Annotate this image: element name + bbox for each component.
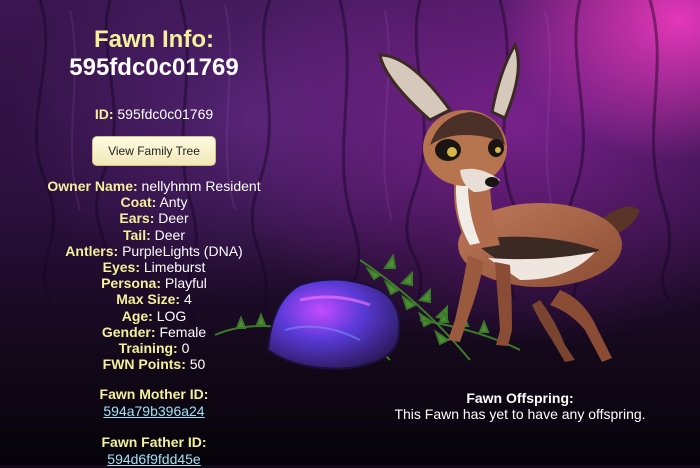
page-title-label: Fawn Info:: [94, 26, 214, 53]
id-row: ID: 595fdc0c01769: [20, 106, 288, 122]
attribute-age: Age: LOG: [121, 307, 187, 324]
attribute-persona: Persona: Playful: [101, 275, 207, 292]
id-value: 595fdc0c01769: [117, 106, 214, 122]
mother-id-link[interactable]: 594a79b396a24: [103, 403, 204, 419]
fawn-illustration: [378, 41, 640, 362]
view-family-tree-button[interactable]: View Family Tree: [92, 136, 216, 166]
id-label: ID:: [94, 106, 114, 122]
father-section: Fawn Father ID: 594d6f9fdd45e: [20, 434, 288, 468]
father-id-link[interactable]: 594d6f9fdd45e: [107, 451, 200, 467]
attribute-antlers: Antlers: PurpleLights (DNA): [65, 242, 243, 259]
attribute-list: Owner Name: nellyhmm Resident Coat: Anty…: [20, 178, 288, 372]
attribute-eyes: Eyes: Limeburst: [102, 259, 206, 276]
mother-label: Fawn Mother ID:: [99, 386, 209, 403]
offspring-section: Fawn Offspring: This Fawn has yet to hav…: [360, 390, 680, 422]
fawn-info-panel: Fawn Info: 595fdc0c01769 ID: 595fdc0c017…: [20, 26, 288, 468]
attribute-coat: Coat: Anty: [120, 194, 188, 211]
attribute-ears: Ears: Deer: [119, 210, 189, 227]
attribute-max-size: Max Size: 4: [116, 291, 192, 308]
attribute-fwn-points: FWN Points: 50: [102, 356, 206, 373]
attribute-owner-name: Owner Name: nellyhmm Resident: [47, 178, 261, 194]
page-title-id: 595fdc0c01769: [69, 54, 239, 81]
attribute-training: Training: 0: [118, 340, 190, 357]
attribute-gender: Gender: Female: [101, 323, 207, 340]
offspring-text: This Fawn has yet to have any offspring.: [394, 406, 646, 422]
mother-section: Fawn Mother ID: 594a79b396a24: [20, 386, 288, 420]
father-label: Fawn Father ID:: [101, 434, 207, 451]
offspring-title: Fawn Offspring:: [466, 390, 574, 406]
attribute-tail: Tail: Deer: [123, 226, 185, 243]
